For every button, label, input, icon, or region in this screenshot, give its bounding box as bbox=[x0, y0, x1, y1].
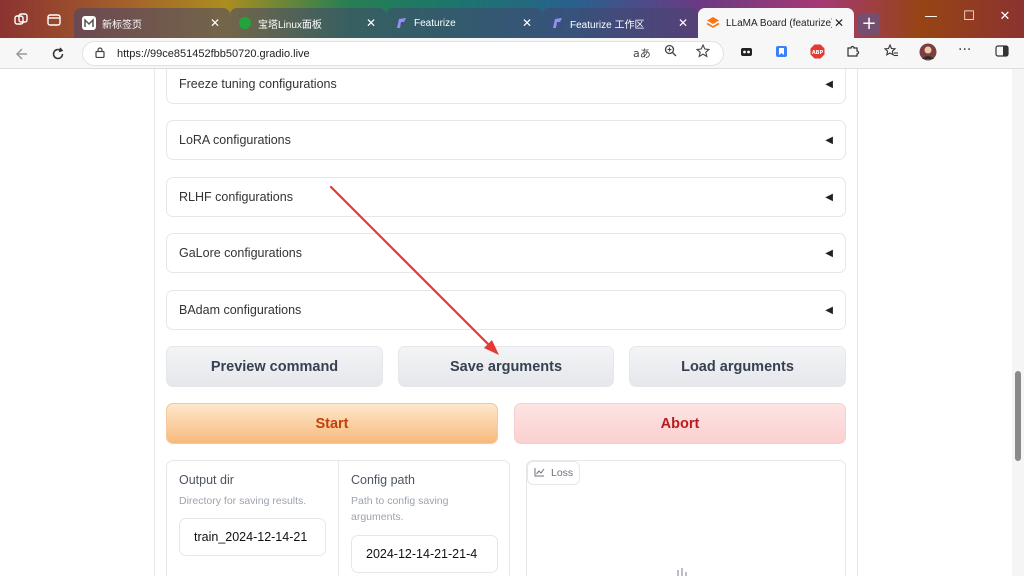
featurize-favicon-icon bbox=[550, 16, 564, 30]
tab-new-tab[interactable]: 新标签页 ✕ bbox=[74, 8, 230, 38]
tab-close-icon[interactable]: ✕ bbox=[208, 16, 222, 30]
tab-title: Featurize bbox=[414, 17, 456, 29]
collapse-caret-icon[interactable]: ◀ bbox=[825, 192, 833, 203]
refresh-icon[interactable] bbox=[47, 43, 69, 65]
extensions-puzzle-icon[interactable] bbox=[846, 44, 860, 61]
loss-label-text: Loss bbox=[551, 467, 574, 479]
avatar[interactable] bbox=[919, 43, 937, 64]
tab-close-icon[interactable]: ✕ bbox=[364, 16, 378, 30]
tab-title: LLaMA Board (featurize) bbox=[726, 17, 832, 29]
accordion-freeze-tuning[interactable]: Freeze tuning configurations ◀ bbox=[166, 69, 846, 104]
collapse-caret-icon[interactable]: ◀ bbox=[825, 305, 833, 316]
abort-button[interactable]: Abort bbox=[514, 403, 846, 444]
save-arguments-button[interactable]: Save arguments bbox=[398, 346, 614, 387]
accordion-badam[interactable]: BAdam configurations ◀ bbox=[166, 290, 846, 330]
tab-llama-board[interactable]: LLaMA Board (featurize) ✕ bbox=[698, 8, 854, 38]
url-text[interactable]: https://99ce851452fbb50720.gradio.live bbox=[117, 48, 310, 60]
output-dir-label: Output dir bbox=[179, 473, 234, 487]
accordion-label: RLHF configurations bbox=[179, 190, 293, 204]
accordion-label: GaLore configurations bbox=[179, 246, 302, 260]
output-dir-input[interactable]: train_2024-12-14-21 bbox=[179, 518, 326, 556]
tab-baota-panel[interactable]: 宝塔Linux面板 ✕ bbox=[230, 8, 386, 38]
minimize-button[interactable]: — bbox=[916, 9, 946, 24]
copilot-sidebar-icon[interactable] bbox=[995, 44, 1009, 61]
extension-icon[interactable] bbox=[740, 45, 753, 61]
back-icon[interactable] bbox=[11, 43, 33, 65]
zoom-icon[interactable] bbox=[664, 44, 677, 60]
page-viewport: Freeze tuning configurations ◀ LoRA conf… bbox=[0, 69, 1024, 576]
tab-close-icon[interactable]: ✕ bbox=[520, 16, 534, 30]
featurize-favicon-icon bbox=[394, 16, 408, 30]
tab-title: 宝塔Linux面板 bbox=[258, 19, 322, 31]
collapse-caret-icon[interactable]: ◀ bbox=[825, 248, 833, 259]
more-menu-icon[interactable]: ··· bbox=[958, 42, 971, 58]
chart-icon bbox=[534, 467, 545, 480]
gradio-favicon-icon bbox=[706, 16, 720, 30]
preview-command-button[interactable]: Preview command bbox=[166, 346, 383, 387]
accordion-label: LoRA configurations bbox=[179, 133, 291, 147]
collapse-caret-icon[interactable]: ◀ bbox=[825, 79, 833, 90]
bookmark-extension-icon[interactable] bbox=[775, 45, 788, 61]
lock-icon[interactable] bbox=[95, 46, 105, 61]
workspaces-icon[interactable] bbox=[10, 9, 32, 31]
accordion-label: BAdam configurations bbox=[179, 303, 302, 317]
output-dir-info: Directory for saving results. bbox=[179, 495, 307, 507]
loss-plot-label: Loss bbox=[527, 461, 581, 485]
adblock-icon[interactable]: ABP bbox=[810, 44, 825, 62]
config-path-info: Path to config saving arguments. bbox=[351, 495, 449, 523]
new-tab-favicon-icon bbox=[82, 16, 96, 30]
tab-close-icon[interactable]: ✕ bbox=[832, 16, 846, 30]
tab-title: 新标签页 bbox=[102, 19, 142, 31]
close-window-button[interactable]: ✕ bbox=[990, 9, 1020, 24]
baota-favicon-icon bbox=[238, 16, 252, 30]
accordion-lora[interactable]: LoRA configurations ◀ bbox=[166, 120, 846, 160]
tab-featurize[interactable]: Featurize ✕ bbox=[386, 8, 542, 38]
translate-icon[interactable]: aあ bbox=[633, 45, 651, 61]
config-path-input[interactable]: 2024-12-14-21-21-4 bbox=[351, 535, 498, 573]
accordion-rlhf[interactable]: RLHF configurations ◀ bbox=[166, 177, 846, 217]
address-bar[interactable]: https://99ce851452fbb50720.gradio.live bbox=[82, 41, 724, 66]
start-button[interactable]: Start bbox=[166, 403, 498, 444]
load-arguments-button[interactable]: Load arguments bbox=[629, 346, 846, 387]
accordion-label: Freeze tuning configurations bbox=[179, 77, 337, 91]
collapse-caret-icon[interactable]: ◀ bbox=[825, 135, 833, 146]
empty-plot-icon bbox=[676, 566, 698, 576]
page-scrollbar[interactable] bbox=[1012, 69, 1024, 576]
config-path-label: Config path bbox=[351, 473, 415, 487]
new-tab-button[interactable]: + bbox=[858, 13, 880, 35]
panel-divider bbox=[338, 461, 339, 576]
favorite-star-icon[interactable] bbox=[695, 43, 711, 61]
tab-featurize-workspace[interactable]: Featurize 工作区 ✕ bbox=[542, 8, 698, 38]
maximize-button[interactable]: ☐ bbox=[954, 9, 984, 24]
tab-title: Featurize 工作区 bbox=[570, 19, 645, 31]
favorites-icon[interactable] bbox=[883, 43, 899, 61]
browser-toolbar: https://99ce851452fbb50720.gradio.live a… bbox=[0, 38, 1024, 69]
svg-text:ABP: ABP bbox=[812, 50, 824, 56]
tab-close-icon[interactable]: ✕ bbox=[676, 16, 690, 30]
tab-actions-icon[interactable] bbox=[43, 9, 65, 31]
scrollbar-thumb[interactable] bbox=[1015, 371, 1021, 461]
accordion-galore[interactable]: GaLore configurations ◀ bbox=[166, 233, 846, 273]
